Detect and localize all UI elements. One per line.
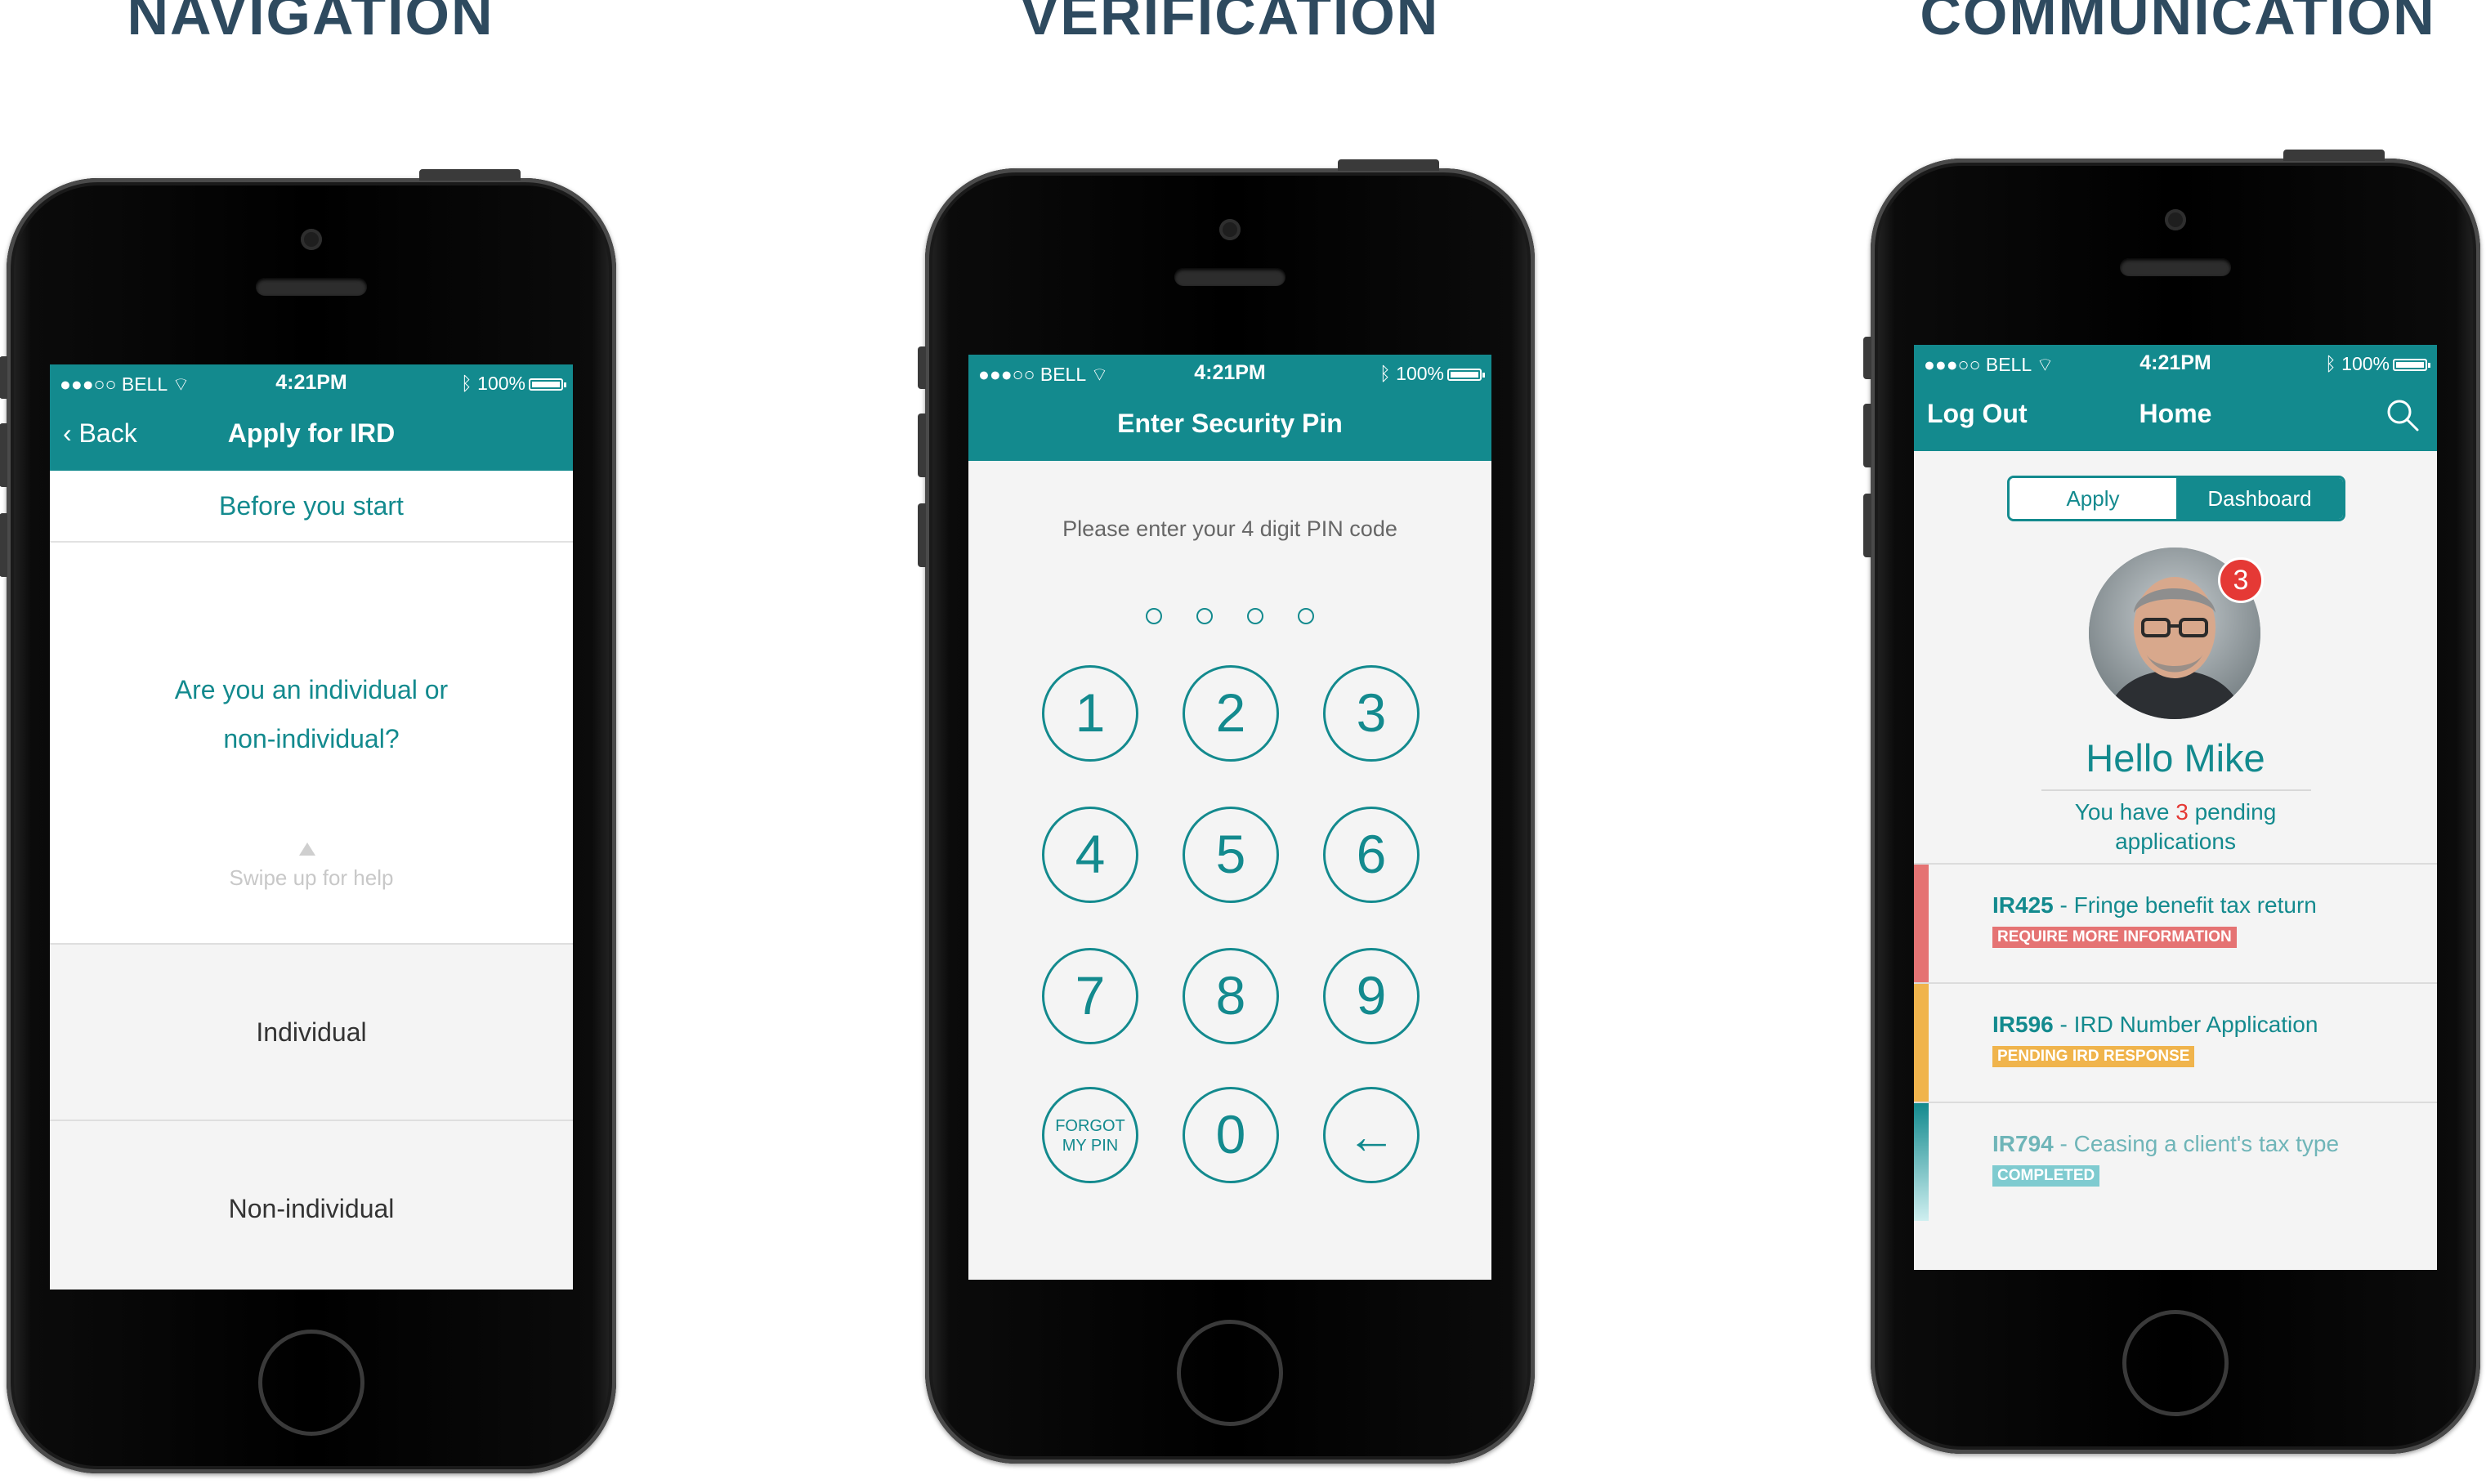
phone-navigation: ●●●○○ BELL ⌔ 4:21PM ᛒ 100% ‹ Back Apply … <box>0 169 616 1473</box>
volume-up-button <box>0 423 7 487</box>
arrow-left-icon: ← <box>1347 1109 1396 1164</box>
key-4[interactable]: 4 <box>1042 807 1138 903</box>
application-title: IR794 - Ceasing a client's tax type <box>1992 1131 2340 1156</box>
pin-indicator <box>968 608 1491 628</box>
key-6[interactable]: 6 <box>1323 807 1420 903</box>
volume-down-button <box>1863 494 1871 557</box>
power-button <box>2283 150 2385 161</box>
pin-prompt: Please enter your 4 digit PIN code <box>1062 516 1397 541</box>
verification-title: VERIFICATION <box>1020 0 1440 47</box>
search-icon[interactable] <box>2385 397 2421 433</box>
volume-up-button <box>918 413 926 477</box>
bluetooth-icon: ᛒ <box>2324 353 2336 374</box>
status-badge: COMPLETED <box>1992 1165 2100 1187</box>
earpiece-speaker <box>2120 258 2231 276</box>
phone-verification: ●●●○○ BELL ⌔ 4:21PM ᛒ 100% Enter Securit… <box>918 159 1535 1464</box>
battery-icon <box>529 378 566 391</box>
front-camera <box>2165 209 2186 230</box>
status-bar: ●●●○○ BELL ⌔ 4:21PM ᛒ 100% <box>50 364 573 400</box>
application-title: IR596 - IRD Number Application <box>1992 1012 2318 1037</box>
volume-down-button <box>918 503 926 567</box>
battery-status: ᛒ 100% <box>2324 353 2430 375</box>
power-button <box>419 169 521 181</box>
greeting: Hello Mike <box>2086 736 2265 780</box>
navigation-title: NAVIGATION <box>127 0 494 47</box>
mute-switch <box>0 356 7 399</box>
pin-dot <box>1146 608 1162 624</box>
key-9[interactable]: 9 <box>1323 948 1420 1044</box>
pin-dot <box>1298 608 1314 624</box>
subheading: Before you start <box>50 471 573 543</box>
mute-switch <box>1863 337 1871 379</box>
battery-icon <box>2393 359 2430 372</box>
tab-dashboard[interactable]: Dashboard <box>2176 478 2343 519</box>
key-5[interactable]: 5 <box>1183 807 1279 903</box>
earpiece-speaker <box>256 278 367 296</box>
status-bar-indicator <box>1914 1103 1929 1221</box>
segmented-control: Apply Dashboard <box>2007 476 2345 521</box>
status-bar: ●●●○○ BELL ⌔ 4:21PM ᛒ 100% <box>1914 345 2437 381</box>
earpiece-speaker <box>1174 268 1285 286</box>
status-badge: REQUIRE MORE INFORMATION <box>1992 927 2237 948</box>
volume-up-button <box>1863 404 1871 467</box>
application-title: IR425 - Fringe benefit tax return <box>1992 892 2317 918</box>
status-badge: PENDING IRD RESPONSE <box>1992 1046 2195 1067</box>
page-title: Enter Security Pin <box>1117 409 1343 438</box>
nav-bar: ‹ Back Apply for IRD <box>50 400 573 471</box>
pending-summary: You have 3 pending applications <box>2074 799 2277 854</box>
question-panel[interactable]: Are you an individual or non-individual?… <box>50 543 573 943</box>
page-title: Apply for IRD <box>227 418 396 448</box>
forgot-pin-button[interactable]: FORGOT MY PIN <box>1042 1087 1138 1183</box>
status-bar-indicator <box>1914 865 1929 982</box>
phone-communication: ●●●○○ BELL ⌔ 4:21PM ᛒ 100% Log Out Home … <box>1863 150 2480 1454</box>
key-1[interactable]: 1 <box>1042 665 1138 762</box>
page-title: Home <box>2139 399 2212 428</box>
application-item[interactable]: IR425 - Fringe benefit tax return REQUIR… <box>1914 865 2437 984</box>
key-7[interactable]: 7 <box>1042 948 1138 1044</box>
battery-status: ᛒ 100% <box>1379 363 1485 385</box>
communication-title: COMMUNICATION <box>1920 0 2436 47</box>
screen: ●●●○○ BELL ⌔ 4:21PM ᛒ 100% ‹ Back Apply … <box>50 364 573 1290</box>
screen: ●●●○○ BELL ⌔ 4:21PM ᛒ 100% Log Out Home … <box>1914 345 2437 1270</box>
mute-switch <box>918 346 926 389</box>
option-non-individual[interactable]: Non-individual <box>50 1120 573 1290</box>
swipe-up-icon <box>299 843 315 856</box>
application-list: IR425 - Fringe benefit tax return REQUIR… <box>1914 863 2437 1221</box>
home-button[interactable] <box>2122 1310 2229 1416</box>
question-text: Are you an individual or non-individual? <box>174 675 449 753</box>
status-bar: ●●●○○ BELL ⌔ 4:21PM ᛒ 100% <box>968 355 1491 391</box>
battery-status: ᛒ 100% <box>460 373 566 395</box>
key-8[interactable]: 8 <box>1183 948 1279 1044</box>
battery-icon <box>1447 369 1485 382</box>
pin-dot <box>1247 608 1263 624</box>
volume-down-button <box>0 513 7 577</box>
nav-bar: Enter Security Pin <box>968 391 1491 461</box>
application-item[interactable]: IR596 - IRD Number Application PENDING I… <box>1914 984 2437 1103</box>
status-bar-indicator <box>1914 984 1929 1102</box>
pin-dot <box>1196 608 1213 624</box>
key-3[interactable]: 3 <box>1323 665 1420 762</box>
option-individual[interactable]: Individual <box>50 943 573 1120</box>
swipe-hint: Swipe up for help <box>229 865 394 890</box>
bluetooth-icon: ᛒ <box>1379 363 1391 384</box>
application-item[interactable]: IR794 - Ceasing a client's tax type COMP… <box>1914 1103 2437 1221</box>
bluetooth-icon: ᛒ <box>460 373 472 394</box>
nav-bar: Log Out Home <box>1914 381 2437 451</box>
divider <box>2041 789 2311 791</box>
screen: ●●●○○ BELL ⌔ 4:21PM ᛒ 100% Enter Securit… <box>968 355 1491 1280</box>
home-button[interactable] <box>1177 1320 1283 1426</box>
home-button[interactable] <box>258 1330 364 1436</box>
notification-badge: 3 <box>2218 557 2264 603</box>
key-0[interactable]: 0 <box>1183 1087 1279 1183</box>
front-camera <box>301 229 322 250</box>
backspace-button[interactable]: ← <box>1323 1087 1420 1183</box>
tab-apply[interactable]: Apply <box>2010 478 2176 519</box>
power-button <box>1338 159 1439 171</box>
key-2[interactable]: 2 <box>1183 665 1279 762</box>
front-camera <box>1219 219 1241 240</box>
